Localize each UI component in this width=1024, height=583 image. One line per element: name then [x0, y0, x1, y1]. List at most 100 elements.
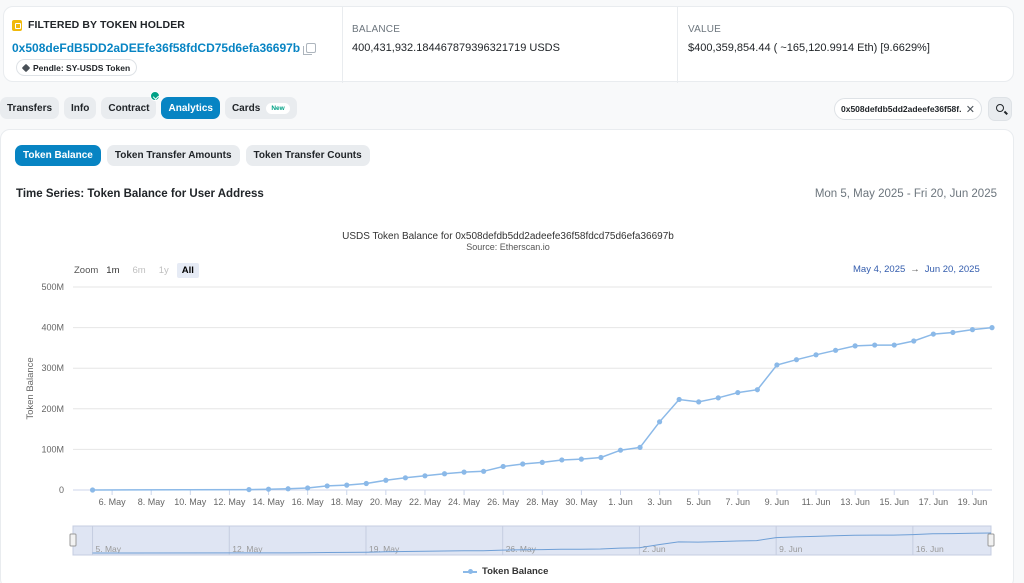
data-point	[696, 399, 702, 405]
holder-address-row: 0x508deFdB5DD2aDEEfe36f58fdCD75d6efa3669…	[12, 41, 317, 55]
data-point	[363, 480, 369, 487]
tab-contract[interactable]: Contract	[101, 91, 161, 119]
data-point	[950, 329, 956, 336]
tab-label: Info	[71, 102, 90, 114]
data-point	[441, 471, 448, 477]
legend-label: Token Balance	[482, 566, 549, 577]
x-tick-label: 20. May	[370, 497, 403, 507]
holder-address-link[interactable]: 0x508deFdB5DD2aDEEfe36f58fdCD75d6efa3669…	[12, 41, 300, 55]
data-point	[305, 485, 311, 491]
chart-legend[interactable]: Token Balance	[463, 566, 548, 577]
data-point	[422, 473, 428, 479]
legend-line-marker	[463, 568, 477, 576]
navigator-left-handle[interactable]	[69, 533, 77, 547]
x-tick-label: 11. Jun	[802, 497, 831, 507]
token-icon	[12, 19, 22, 31]
x-tick-label: 13. Jun	[840, 497, 870, 507]
y-tick-label: 0	[59, 485, 64, 495]
data-point	[265, 486, 272, 492]
x-tick-label: 5. Jun	[686, 497, 711, 507]
y-tick-label: 300M	[41, 363, 64, 373]
y-tick-label: 200M	[41, 404, 64, 414]
data-point	[520, 461, 526, 467]
x-tick-label: 16. May	[292, 497, 325, 507]
holder-header: FILTERED BY TOKEN HOLDER	[12, 19, 185, 31]
name-tag-badge[interactable]: Pendle: SY-USDS Token	[16, 59, 138, 76]
x-tick-label: 30. May	[565, 497, 598, 507]
x-tick-label: 26. May	[487, 497, 520, 507]
data-point	[911, 338, 917, 344]
data-point	[774, 362, 780, 368]
data-point	[656, 419, 663, 425]
data-point	[930, 331, 936, 337]
value-value: $400,359,854.44 ( ~165,120.9914 Eth) [9.…	[688, 42, 930, 54]
data-point	[852, 343, 858, 349]
x-tick-label: 7. Jun	[726, 497, 751, 507]
tab-transfers[interactable]: Transfers	[0, 97, 60, 119]
data-point	[324, 483, 330, 489]
close-icon[interactable]: ✕	[966, 103, 975, 116]
value-label: VALUE	[688, 24, 722, 35]
tab-label: Contract	[108, 102, 150, 114]
navigator-label: 26. May	[506, 544, 537, 554]
tag-icon	[21, 63, 31, 72]
navigator-right-handle[interactable]	[987, 533, 995, 547]
search-button[interactable]	[988, 97, 1012, 121]
data-point	[461, 469, 467, 475]
y-tick-label: 400M	[41, 323, 64, 333]
holder-summary-card: FILTERED BY TOKEN HOLDER 0x508deFdB5DD2a…	[3, 6, 1014, 83]
x-tick-label: 28. May	[526, 497, 559, 507]
tab-analytics[interactable]: Analytics	[161, 97, 220, 119]
balance-value: 400,431,932.184467879396321719 USDS	[352, 42, 560, 54]
tab-cards[interactable]: Cards New	[224, 97, 297, 119]
x-tick-label: 8. May	[138, 497, 166, 507]
data-point	[969, 327, 976, 333]
data-point	[617, 447, 624, 453]
x-tick-label: 14. May	[253, 497, 286, 507]
data-point	[89, 487, 96, 493]
balance-column: BALANCE 400,431,932.184467879396321719 U…	[342, 7, 676, 83]
data-point	[481, 468, 487, 474]
new-badge: New	[266, 102, 290, 114]
data-point	[539, 459, 545, 465]
tab-label: Analytics	[168, 102, 213, 114]
x-tick-label: 3. Jun	[647, 497, 672, 507]
data-point	[402, 475, 409, 481]
data-point	[715, 395, 721, 401]
navigator-label: 16. Jun	[916, 544, 944, 554]
balance-label: BALANCE	[352, 24, 401, 35]
data-point	[383, 477, 389, 483]
x-tick-label: 19. Jun	[958, 497, 988, 507]
x-tick-label: 24. May	[448, 497, 481, 507]
data-point	[559, 457, 565, 463]
value-column: VALUE $400,359,854.44 ( ~165,120.9914 Et…	[677, 7, 1013, 83]
data-point	[989, 325, 995, 331]
x-tick-label: 17. Jun	[919, 497, 949, 507]
tab-label: Transfers	[7, 102, 53, 114]
copy-icon[interactable]	[303, 43, 317, 55]
tab-info[interactable]: Info	[64, 97, 97, 119]
y-tick-label: 500M	[41, 282, 64, 292]
search-icon	[996, 104, 1004, 112]
data-point	[598, 454, 604, 461]
y-axis-title: Token Balance	[25, 357, 36, 419]
x-tick-label: 15. Jun	[879, 497, 909, 507]
address-filter-text: 0x508defdb5dd2adeefe36f58f...	[841, 104, 962, 114]
page-tabs: Transfers Info Contract Analytics Cards …	[0, 91, 297, 121]
navigator-label: 9. Jun	[779, 544, 802, 554]
tab-label: Cards	[231, 102, 261, 114]
data-point	[344, 482, 350, 488]
data-point	[500, 463, 506, 470]
x-tick-label: 10. May	[174, 497, 207, 507]
data-point	[872, 342, 878, 348]
holder-title: FILTERED BY TOKEN HOLDER	[28, 19, 185, 31]
data-point	[813, 352, 819, 358]
address-filter-pill[interactable]: 0x508defdb5dd2adeefe36f58f... ✕	[834, 98, 982, 120]
x-tick-label: 6. May	[99, 497, 127, 507]
x-tick-label: 12. May	[213, 497, 246, 507]
data-point	[676, 396, 682, 403]
token-balance-chart: 0 100M 200M 300M 400M 500M Token Balance 6. May…	[25, 282, 995, 556]
data-point	[246, 486, 252, 493]
y-tick-label: 100M	[41, 444, 64, 454]
data-point	[285, 486, 291, 492]
